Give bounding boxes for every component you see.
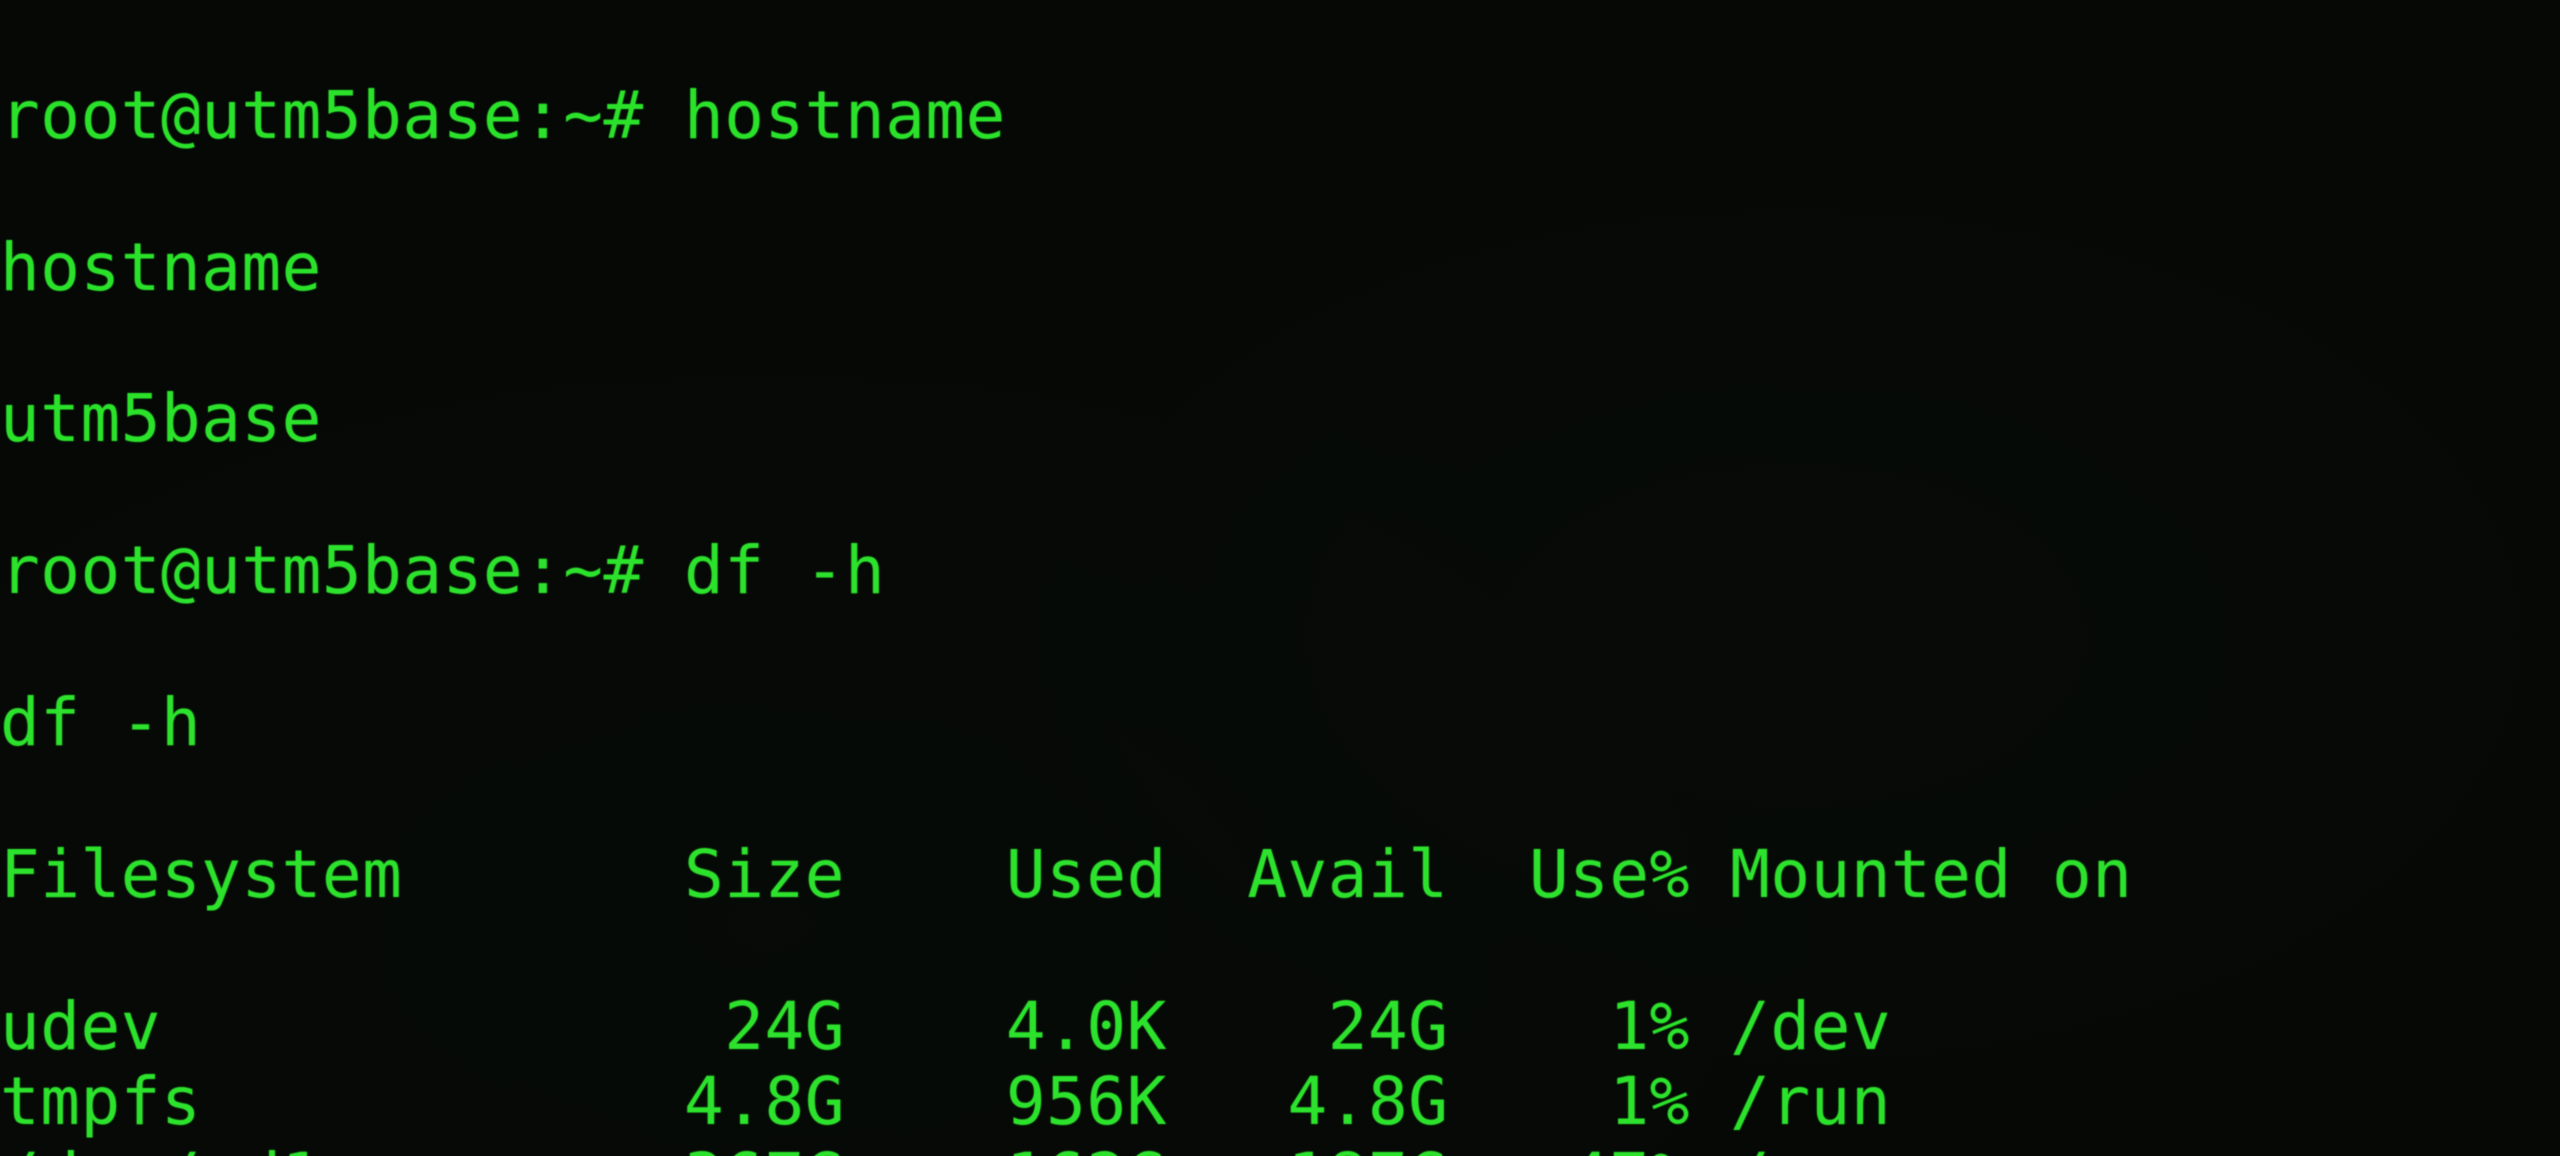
df-row: tmpfs 4.8G 956K 4.8G 1% /run: [0, 1064, 2560, 1140]
prompt-line-2: root@utm5base:~# df -h: [0, 533, 2560, 609]
prompt-prefix: root@utm5base:~#: [0, 77, 684, 154]
echoed-command-2: df -h: [0, 685, 2560, 761]
command-df: df -h: [684, 532, 885, 609]
df-row: /dev/md1 367G 162G 187G 47% /: [0, 1140, 2560, 1156]
hostname-output: utm5base: [0, 381, 2560, 457]
echoed-command-1: hostname: [0, 230, 2560, 306]
prompt-prefix: root@utm5base:~#: [0, 532, 684, 609]
terminal[interactable]: root@utm5base:~# hostname hostname utm5b…: [0, 0, 2560, 1156]
df-output-rows: udev 24G 4.0K 24G 1% /devtmpfs 4.8G 956K…: [0, 989, 2560, 1156]
command-hostname: hostname: [684, 77, 1006, 154]
prompt-line-1: root@utm5base:~# hostname: [0, 78, 2560, 154]
df-row: udev 24G 4.0K 24G 1% /dev: [0, 989, 2560, 1065]
df-header-row: Filesystem Size Used Avail Use% Mounted …: [0, 837, 2560, 913]
